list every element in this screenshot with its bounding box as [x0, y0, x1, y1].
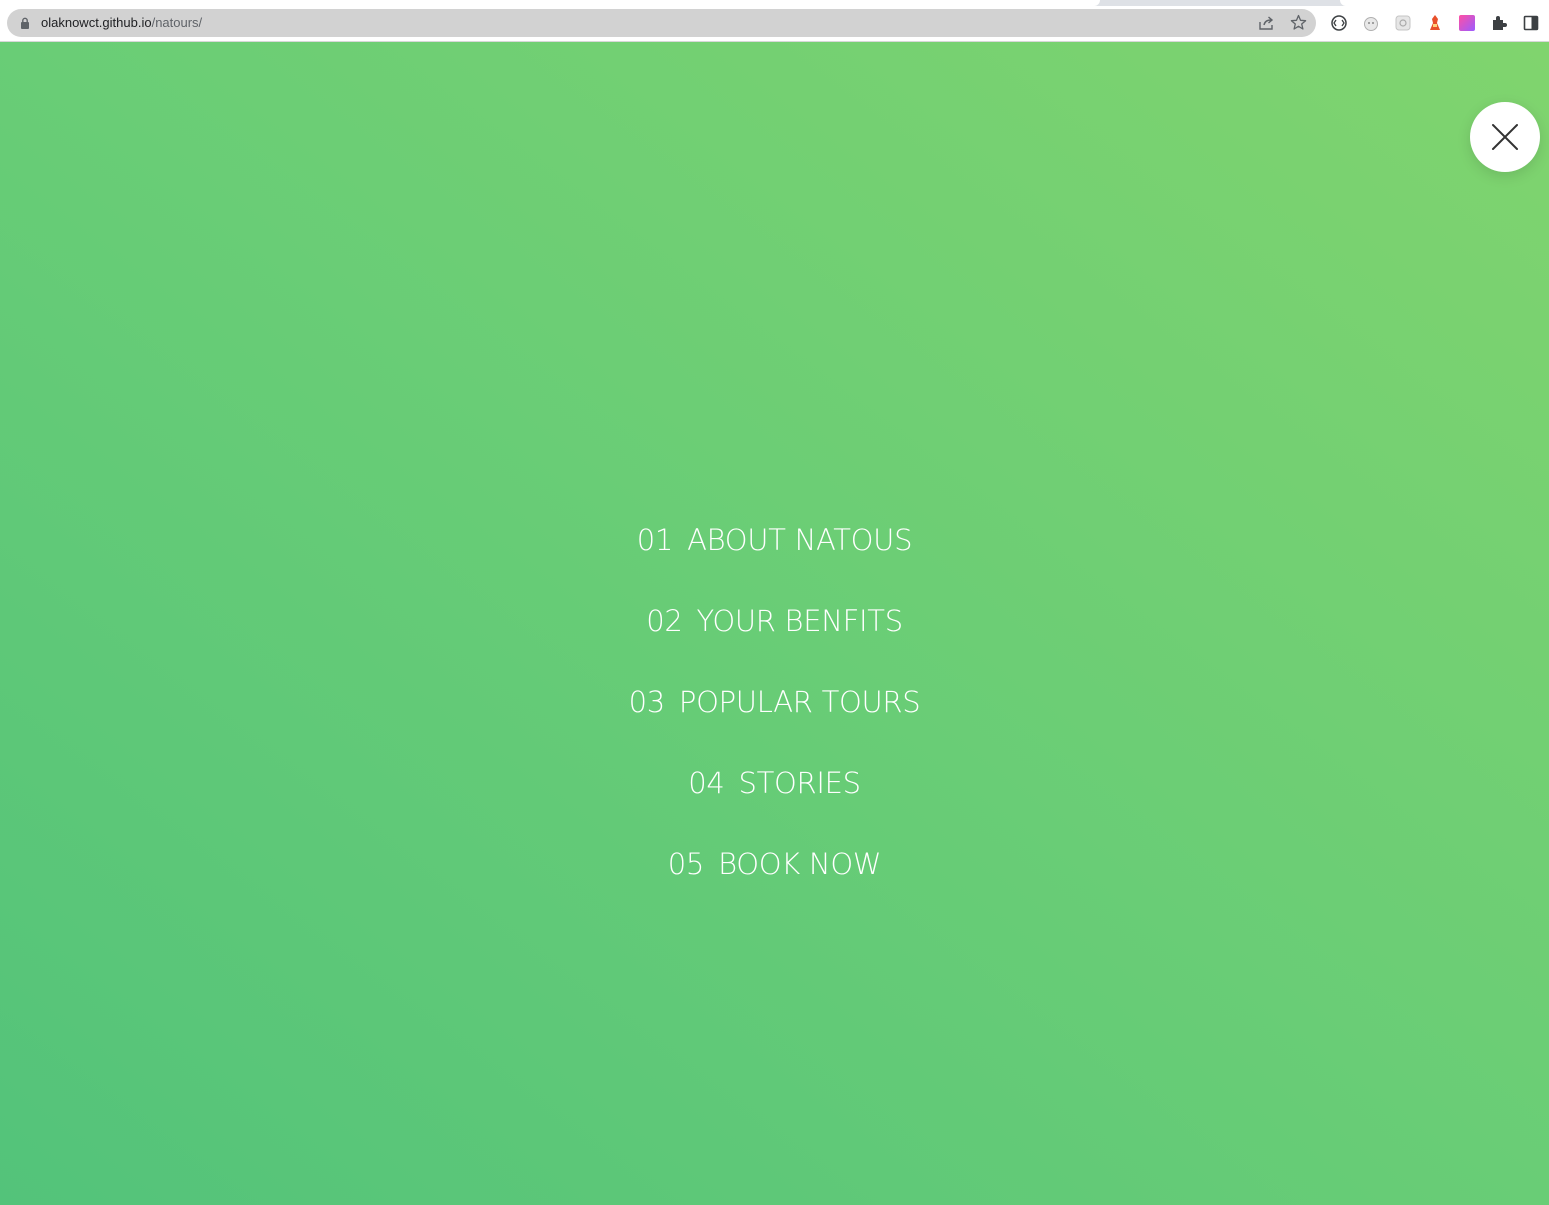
nav-label: ABOUT NATOUS: [687, 523, 913, 557]
nav-number: 01: [636, 523, 674, 557]
navigation-overlay: 01 ABOUT NATOUS 02 YOUR BENFITS 03 POPULAR …: [0, 42, 1549, 1205]
nav-link-about[interactable]: 01 ABOUT NATOUS: [636, 520, 913, 560]
side-panel-icon[interactable]: [1522, 14, 1540, 32]
nav-link-benefits[interactable]: 02 YOUR BENFITS: [646, 601, 903, 641]
url-path: /natours/: [151, 15, 203, 30]
nav-item-benefits: 02 YOUR BENFITS: [0, 601, 1549, 682]
extension-1-icon[interactable]: [1330, 14, 1348, 32]
nav-item-book: 05 BOOK NOW: [0, 844, 1549, 925]
nav-link-tours[interactable]: 03 POPULAR TOURS: [629, 682, 921, 722]
extension-2-icon[interactable]: [1362, 14, 1380, 32]
close-navigation-button[interactable]: [1470, 102, 1540, 172]
bookmark-star-icon[interactable]: [1290, 14, 1307, 31]
extension-4-icon[interactable]: [1426, 14, 1444, 32]
tab-strip: [0, 0, 1549, 6]
url-host: olaknowct.github.io: [41, 15, 152, 30]
nav-label: POPULAR TOURS: [678, 685, 921, 719]
nav-label: BOOK NOW: [718, 847, 882, 881]
nav-number: 02: [646, 604, 683, 638]
address-bar[interactable]: olaknowct.github.io/natours/: [7, 9, 1316, 37]
nav-item-about: 01 ABOUT NATOUS: [0, 520, 1549, 601]
nav-number: 03: [628, 685, 666, 719]
nav-item-tours: 03 POPULAR TOURS: [0, 682, 1549, 763]
lock-icon[interactable]: [20, 17, 30, 29]
browser-toolbar: olaknowct.github.io/natours/: [0, 0, 1549, 42]
navigation-list: 01 ABOUT NATOUS 02 YOUR BENFITS 03 POPULAR …: [0, 520, 1549, 925]
close-icon[interactable]: [1491, 123, 1519, 151]
extensions-puzzle-icon[interactable]: [1490, 14, 1508, 32]
nav-item-stories: 04 STORIES: [0, 763, 1549, 844]
extension-5-icon[interactable]: [1458, 14, 1476, 32]
nav-link-stories[interactable]: 04 STORIES: [688, 763, 861, 803]
nav-link-book[interactable]: 05 BOOK NOW: [667, 844, 882, 884]
url-text[interactable]: olaknowct.github.io/natours/: [41, 15, 202, 31]
nav-number: 04: [688, 766, 725, 800]
share-icon[interactable]: [1258, 15, 1275, 31]
nav-label: STORIES: [738, 766, 862, 800]
nav-label: YOUR BENFITS: [696, 604, 904, 638]
extension-3-icon[interactable]: [1394, 14, 1412, 32]
nav-number: 05: [667, 847, 705, 881]
